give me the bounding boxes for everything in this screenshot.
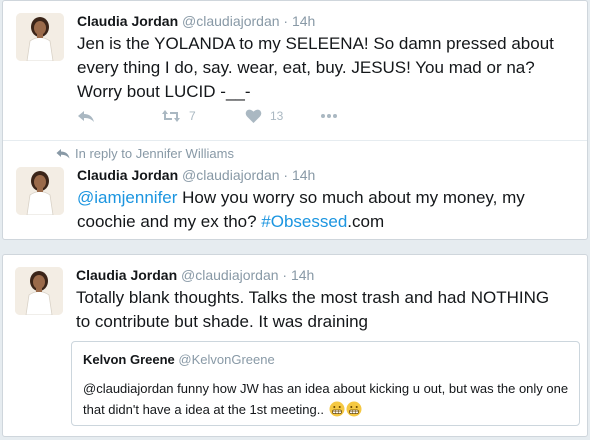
- quoted-text-body: @claudiajordan funny how JW has an idea …: [83, 381, 569, 417]
- avatar[interactable]: [15, 267, 63, 315]
- quoted-tweet[interactable]: Kelvon Greene @KelvonGreene @claudiajord…: [71, 341, 580, 426]
- avatar[interactable]: [16, 167, 64, 215]
- tweet-divider: [3, 140, 587, 141]
- reply-icon: [78, 111, 94, 122]
- mention-link[interactable]: @iamjennifer: [77, 188, 177, 207]
- timestamp[interactable]: 14h: [292, 167, 315, 183]
- tweet-header: Claudia Jordan @claudiajordan · 14h: [77, 12, 315, 30]
- quoted-tweet-text: @claudiajordan funny how JW has an idea …: [83, 378, 573, 420]
- grimace-emoji-icon: [346, 401, 362, 417]
- like-count: 13: [270, 109, 284, 123]
- avatar-portrait-icon: [15, 267, 63, 315]
- conversation-card: Claudia Jordan @claudiajordan · 14h Jen …: [2, 0, 588, 240]
- tweet-header: Claudia Jordan @claudiajordan · 14h: [77, 166, 315, 184]
- hashtag-link[interactable]: #Obsessed: [261, 212, 347, 231]
- quoted-display-name: Kelvon Greene: [83, 352, 175, 367]
- tweet-header: Claudia Jordan @claudiajordan · 14h: [76, 266, 314, 284]
- more-button[interactable]: [320, 106, 338, 126]
- retweet-count: 7: [189, 109, 196, 123]
- tweet-text-end: .com: [347, 212, 385, 231]
- grimace-emoji-icon: [329, 401, 345, 417]
- tweet-text: @iamjennifer How you worry so much about…: [77, 186, 582, 234]
- separator-dot: ·: [282, 267, 288, 283]
- tweet-text: Totally blank thoughts. Talks the most t…: [76, 288, 550, 331]
- heart-icon: [245, 109, 262, 123]
- avatar-portrait-icon: [16, 13, 64, 61]
- retweet-icon: [162, 110, 180, 122]
- separator-dot: ·: [283, 167, 289, 183]
- display-name[interactable]: Claudia Jordan: [77, 167, 178, 183]
- avatar[interactable]: [16, 13, 64, 61]
- separator-dot: ·: [283, 13, 289, 29]
- tweet-text: Jen is the YOLANDA to my SELEENA! So dam…: [77, 34, 554, 101]
- user-handle[interactable]: @claudiajordan: [181, 267, 279, 283]
- reply-button[interactable]: [77, 106, 95, 126]
- user-handle[interactable]: @claudiajordan: [182, 13, 280, 29]
- more-icon: [321, 114, 337, 118]
- tweet-actions: 7 13: [77, 106, 357, 126]
- reply-context[interactable]: In reply to Jennifer Williams: [56, 146, 234, 161]
- reply-arrow-icon: [56, 148, 70, 158]
- quoted-tweet-header: Kelvon Greene @KelvonGreene: [83, 352, 275, 368]
- avatar-portrait-icon: [16, 167, 64, 215]
- reply-context-text: In reply to Jennifer Williams: [75, 146, 234, 161]
- quoted-user-handle: @KelvonGreene: [178, 352, 275, 367]
- display-name[interactable]: Claudia Jordan: [76, 267, 177, 283]
- timestamp[interactable]: 14h: [291, 267, 314, 283]
- retweet-button[interactable]: 7: [161, 106, 196, 126]
- user-handle[interactable]: @claudiajordan: [182, 167, 280, 183]
- like-button[interactable]: 13: [245, 106, 283, 126]
- display-name[interactable]: Claudia Jordan: [77, 13, 178, 29]
- timestamp[interactable]: 14h: [292, 13, 315, 29]
